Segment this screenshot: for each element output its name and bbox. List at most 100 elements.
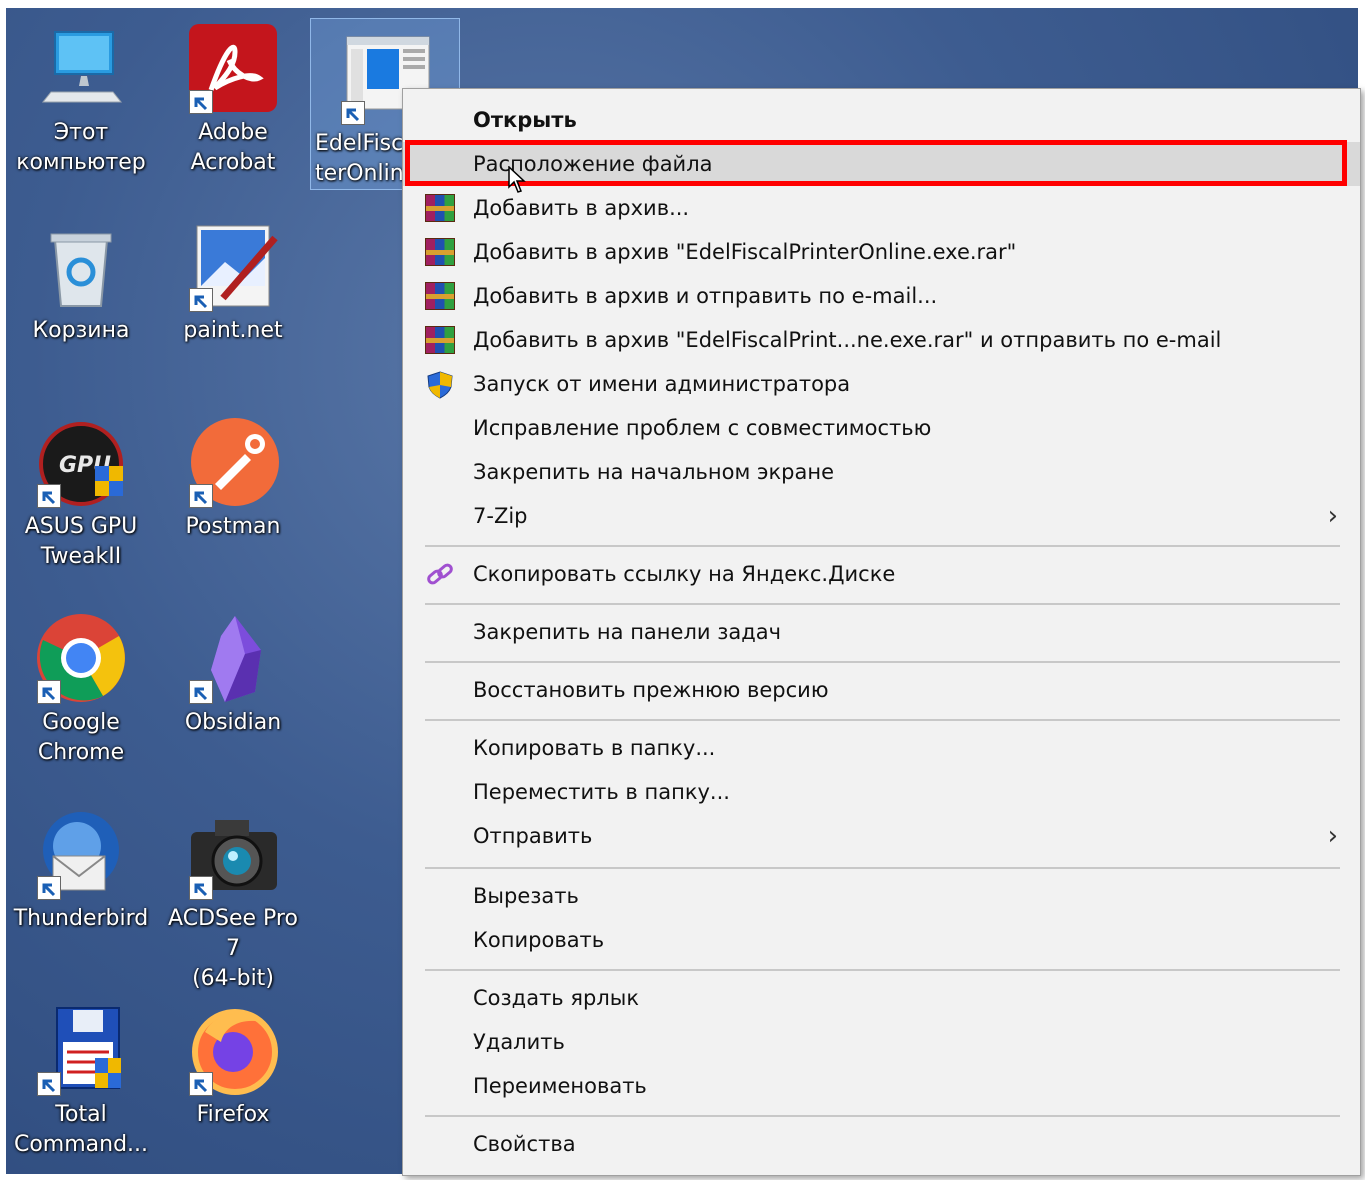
desktop-icon-recycle-bin[interactable]: Корзина [6, 218, 156, 346]
menu-item-troubleshoot[interactable]: Исправление проблем с совместимостью [403, 406, 1360, 450]
winrar-icon [425, 326, 455, 354]
context-menu: Открыть Расположение файла Добавить в ар… [402, 88, 1361, 1176]
menu-item-label: Запуск от имени администратора [473, 372, 851, 396]
desktop-icon-total-commander[interactable]: Total Command... [6, 1002, 156, 1160]
icon-label: ASUS GPU TweakII [24, 514, 138, 569]
winrar-icon [425, 238, 455, 266]
adobe-acrobat-icon [185, 20, 281, 116]
shortcut-arrow-icon [37, 484, 61, 508]
menu-item-label: Добавить в архив "EdelFiscalPrinterOnlin… [473, 240, 1017, 264]
menu-item-label: Удалить [473, 1030, 565, 1054]
menu-item-label: Свойства [473, 1132, 576, 1156]
menu-item-add-archive[interactable]: Добавить в архив... [403, 186, 1360, 230]
desktop-icon-this-pc[interactable]: Этот компьютер [6, 20, 156, 178]
menu-item-move-to[interactable]: Переместить в папку... [403, 770, 1360, 814]
link-icon [425, 560, 455, 588]
desktop-icon-thunderbird[interactable]: Thunderbird [6, 806, 156, 934]
uac-shield-icon [425, 370, 455, 399]
winrar-icon [425, 282, 455, 310]
icon-label: Корзина [32, 318, 130, 343]
shortcut-arrow-icon [189, 90, 213, 114]
menu-separator [425, 545, 1340, 547]
menu-item-label: Создать ярлык [473, 986, 640, 1010]
icon-label: Total Command... [13, 1102, 149, 1157]
menu-item-label: Добавить в архив... [473, 196, 690, 220]
menu-item-delete[interactable]: Удалить [403, 1020, 1360, 1064]
menu-separator [425, 661, 1340, 663]
menu-item-run-as-admin[interactable]: Запуск от имени администратора [403, 362, 1360, 406]
this-pc-icon [33, 20, 129, 116]
menu-item-copy-to[interactable]: Копировать в папку... [403, 726, 1360, 770]
menu-item-label: Отправить [473, 824, 593, 848]
shortcut-arrow-icon [341, 101, 365, 125]
menu-item-label: Восстановить прежнюю версию [473, 678, 829, 702]
firefox-icon [185, 1002, 281, 1098]
desktop-icon-firefox[interactable]: Firefox [158, 1002, 308, 1130]
acdsee-camera-icon [185, 806, 281, 902]
menu-item-7zip[interactable]: 7-Zip › [403, 494, 1360, 538]
paint-net-icon [185, 218, 281, 314]
total-commander-icon [33, 1002, 129, 1098]
menu-item-add-archive-named-email[interactable]: Добавить в архив "EdelFiscalPrint...ne.e… [403, 318, 1360, 362]
menu-item-add-archive-email[interactable]: Добавить в архив и отправить по e-mail..… [403, 274, 1360, 318]
desktop-icon-google-chrome[interactable]: Google Chrome [6, 610, 156, 768]
shortcut-arrow-icon [189, 484, 213, 508]
menu-item-label: Вырезать [473, 884, 579, 908]
shortcut-arrow-icon [189, 680, 213, 704]
desktop-icon-paint-net[interactable]: paint.net [158, 218, 308, 346]
google-chrome-icon [33, 610, 129, 706]
winrar-icon [425, 194, 455, 222]
desktop-icon-obsidian[interactable]: Obsidian [158, 610, 308, 738]
menu-item-label: Исправление проблем с совместимостью [473, 416, 932, 440]
icon-label: Postman [185, 514, 281, 539]
menu-item-properties[interactable]: Свойства [403, 1122, 1360, 1166]
icon-label: Obsidian [184, 710, 282, 735]
menu-item-label: Переместить в папку... [473, 780, 730, 804]
chevron-right-icon: › [1327, 501, 1338, 531]
menu-separator [425, 603, 1340, 605]
menu-item-label: 7-Zip [473, 504, 528, 528]
shortcut-arrow-icon [37, 680, 61, 704]
icon-label: Firefox [196, 1102, 270, 1127]
menu-item-pin-start[interactable]: Закрепить на начальном экране [403, 450, 1360, 494]
postman-icon [185, 414, 281, 510]
menu-separator [425, 867, 1340, 869]
menu-item-pin-taskbar[interactable]: Закрепить на панели задач [403, 610, 1360, 654]
chevron-right-icon: › [1327, 821, 1338, 851]
menu-item-restore-previous[interactable]: Восстановить прежнюю версию [403, 668, 1360, 712]
menu-item-label: Закрепить на панели задач [473, 620, 782, 644]
desktop-icon-postman[interactable]: Postman [158, 414, 308, 542]
desktop-icon-acdsee[interactable]: ACDSee Pro 7 (64-bit) [158, 806, 308, 994]
menu-item-create-shortcut[interactable]: Создать ярлык [403, 976, 1360, 1020]
menu-item-yandex-link[interactable]: Скопировать ссылку на Яндекс.Диске [403, 552, 1360, 596]
menu-separator [425, 1115, 1340, 1117]
menu-item-label: Закрепить на начальном экране [473, 460, 835, 484]
menu-item-open[interactable]: Открыть [403, 98, 1360, 142]
icon-label: Этот компьютер [16, 120, 146, 175]
asus-gpu-tweak-icon: GPU [33, 414, 129, 510]
shortcut-arrow-icon [189, 1072, 213, 1096]
icon-label: Google Chrome [37, 710, 125, 765]
menu-item-copy[interactable]: Копировать [403, 918, 1360, 962]
desktop-icon-asus-gpu-tweak[interactable]: GPU ASUS GPU TweakII [6, 414, 156, 572]
recycle-bin-icon [33, 218, 129, 314]
menu-item-label: Переименовать [473, 1074, 647, 1098]
shortcut-arrow-icon [189, 288, 213, 312]
shortcut-arrow-icon [37, 876, 61, 900]
menu-item-label: Копировать в папку... [473, 736, 716, 760]
menu-separator [425, 719, 1340, 721]
menu-item-rename[interactable]: Переименовать [403, 1064, 1360, 1108]
menu-item-label: Открыть [473, 108, 577, 132]
menu-item-label: Скопировать ссылку на Яндекс.Диске [473, 562, 896, 586]
mouse-cursor-icon [508, 165, 528, 198]
menu-item-cut[interactable]: Вырезать [403, 874, 1360, 918]
menu-item-add-archive-named[interactable]: Добавить в архив "EdelFiscalPrinterOnlin… [403, 230, 1360, 274]
icon-label: Adobe Acrobat [190, 120, 276, 175]
menu-item-send-to[interactable]: Отправить › [403, 814, 1360, 858]
obsidian-icon [185, 610, 281, 706]
desktop-icon-adobe-acrobat[interactable]: Adobe Acrobat [158, 20, 308, 178]
menu-item-label: Копировать [473, 928, 605, 952]
shortcut-arrow-icon [189, 876, 213, 900]
menu-item-label: Добавить в архив и отправить по e-mail..… [473, 284, 938, 308]
icon-label: paint.net [183, 318, 283, 343]
